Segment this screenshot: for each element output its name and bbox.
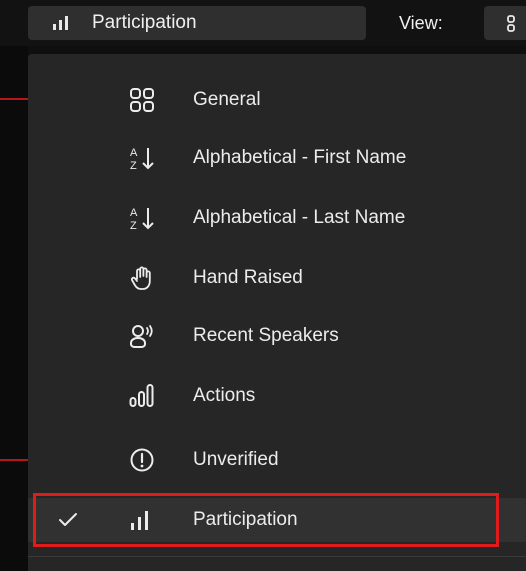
sort-az-icon: A Z	[129, 205, 155, 231]
menu-item-general[interactable]: General	[28, 78, 526, 122]
menu-item-recent-speakers[interactable]: Recent Speakers	[28, 314, 526, 358]
bar-chart-icon	[127, 507, 153, 533]
exclamation-circle-icon	[129, 447, 155, 473]
menu-item-actions[interactable]: Actions	[28, 374, 526, 418]
menu-item-label: Unverified	[193, 449, 279, 470]
speaker-icon	[129, 323, 155, 349]
svg-text:Z: Z	[130, 220, 137, 231]
sort-dropdown-label: Participation	[92, 12, 197, 33]
actions-icon	[129, 383, 155, 409]
grid-icon	[506, 14, 526, 34]
background-marker	[0, 98, 30, 100]
menu-item-label: Hand Raised	[193, 267, 303, 288]
menu-item-label: General	[193, 89, 261, 110]
menu-item-label: Recent Speakers	[193, 325, 339, 346]
menu-item-label: Actions	[193, 385, 256, 406]
menu-divider	[28, 556, 526, 557]
sort-toolbar: Participation View:	[0, 0, 526, 46]
menu-item-participation[interactable]: Participation	[28, 498, 526, 542]
svg-text:A: A	[130, 207, 138, 219]
menu-item-label: Alphabetical - Last Name	[193, 207, 406, 228]
menu-item-label: Alphabetical - First Name	[193, 147, 407, 168]
background-marker	[0, 459, 30, 461]
view-label: View:	[399, 13, 443, 33]
checkmark-icon	[58, 511, 78, 529]
svg-text:Z: Z	[130, 160, 137, 171]
bar-chart-icon	[50, 15, 72, 31]
menu-item-label: Participation	[193, 509, 298, 530]
svg-text:A: A	[130, 147, 138, 159]
grid-icon	[129, 87, 155, 113]
menu-item-alphabetical-first-name[interactable]: A Z Alphabetical - First Name	[28, 136, 526, 180]
sort-menu: General A Z Alphabetical - First Name A …	[28, 54, 526, 571]
menu-item-hand-raised[interactable]: Hand Raised	[28, 256, 526, 300]
sort-az-icon: A Z	[129, 145, 155, 171]
menu-item-alphabetical-last-name[interactable]: A Z Alphabetical - Last Name	[28, 196, 526, 240]
hand-icon	[129, 265, 155, 291]
view-toggle-button[interactable]	[484, 6, 526, 40]
background-panel-edge	[0, 46, 28, 571]
sort-dropdown-button[interactable]: Participation	[28, 6, 366, 40]
menu-item-unverified[interactable]: Unverified	[28, 438, 526, 482]
